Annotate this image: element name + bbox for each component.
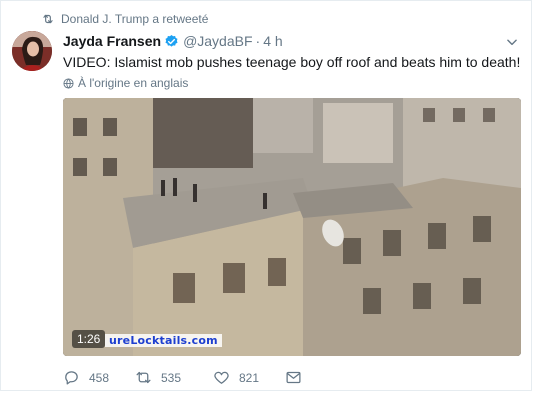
heart-icon: [214, 371, 229, 384]
translation-label: À l'origine en anglais: [78, 76, 189, 90]
reply-count: 458: [89, 370, 110, 385]
like-count: 821: [239, 370, 260, 385]
globe-icon: [63, 77, 74, 89]
retweet-context-text: Donald J. Trump a retweeté: [61, 12, 209, 26]
retweet-button[interactable]: 535: [135, 369, 213, 386]
direct-message-button[interactable]: [285, 369, 302, 386]
tweet-actions: 458 535 821: [63, 369, 302, 386]
translation-note[interactable]: À l'origine en anglais: [63, 76, 188, 90]
author-handle[interactable]: @JaydaBF: [183, 33, 252, 49]
separator-dot: ·: [255, 33, 261, 49]
video-watermark: ureLocktails.com: [105, 334, 222, 347]
video-player[interactable]: 1:26 ureLocktails.com: [63, 98, 521, 356]
tweet-time[interactable]: 4 h: [263, 33, 282, 49]
like-button[interactable]: 821: [213, 369, 285, 386]
video-frame: [63, 98, 521, 356]
tweet-header: Jayda Fransen @JaydaBF · 4 h: [63, 31, 517, 51]
reply-icon: [65, 371, 78, 385]
tweet-text: VIDEO: Islamist mob pushes teenage boy o…: [63, 54, 521, 70]
chevron-down-icon[interactable]: [505, 35, 519, 49]
reply-button[interactable]: 458: [63, 369, 135, 386]
verified-badge-icon: [165, 34, 178, 47]
tweet-card[interactable]: Donald J. Trump a retweeté Jayda Fransen…: [0, 0, 532, 391]
retweet-icon: [43, 14, 53, 24]
retweet-icon: [136, 371, 151, 384]
video-duration: 1:26: [72, 330, 106, 348]
author-name[interactable]: Jayda Fransen: [63, 33, 161, 49]
envelope-icon: [286, 371, 301, 384]
retweet-context: Donald J. Trump a retweeté: [41, 12, 208, 26]
retweet-count: 535: [161, 370, 182, 385]
avatar[interactable]: [12, 31, 52, 71]
